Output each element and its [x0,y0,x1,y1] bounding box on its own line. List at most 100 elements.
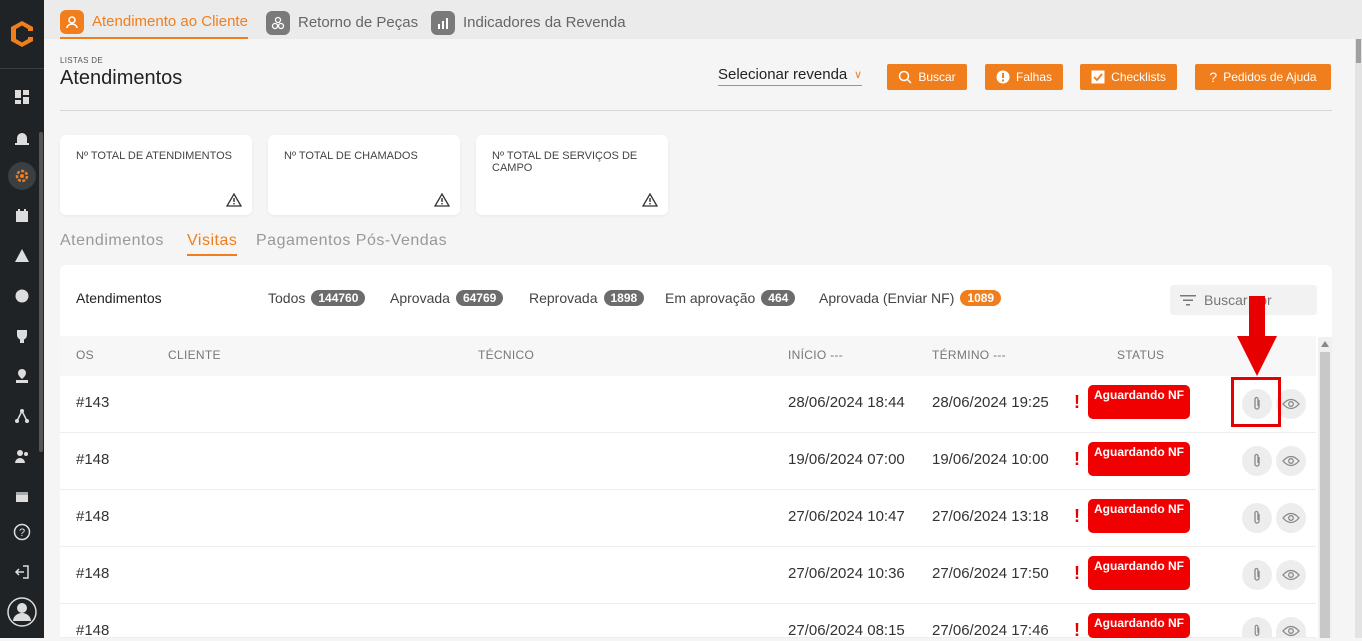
parts-icon [266,10,290,35]
col-status[interactable]: STATUS [1117,348,1164,362]
cell-inicio: 19/06/2024 07:00 [788,451,905,468]
users-icon[interactable] [8,442,36,470]
col-termino[interactable]: TÉRMINO --- [932,348,1006,362]
cell-os: #143 [76,394,110,411]
customer-service-icon [60,9,84,34]
alert-mark: ! [1074,506,1080,526]
count-badge: 464 [761,290,796,306]
logo-icon [11,21,33,47]
col-cliente[interactable]: CLIENTE [168,348,221,362]
page-scrollbar-thumb[interactable] [1356,39,1361,63]
scroll-up-icon[interactable] [1321,341,1329,347]
filter-aprovada-enviar-nf[interactable]: Aprovada (Enviar NF) 1089 [819,290,1002,306]
count-badge: 144760 [311,290,366,306]
warning-icon[interactable] [8,242,36,270]
cell-inicio: 27/06/2024 08:15 [788,622,905,639]
warning-triangle-icon [226,193,242,207]
agenda-icon[interactable] [8,482,36,510]
filter-icon [1180,295,1196,306]
cell-os: #148 [76,451,110,468]
checklists-button[interactable]: Checklists [1080,64,1177,90]
paperclip-icon [1254,453,1260,467]
filter-reprovada[interactable]: Reprovada 1898 [529,290,645,306]
status-badge: Aguardando NF [1088,385,1190,419]
view-button[interactable] [1276,446,1306,476]
calendar-icon[interactable] [8,202,36,230]
sidebar-divider [0,68,44,69]
alert-circle-icon [996,70,1010,84]
page-title: Atendimentos [60,67,183,89]
view-button[interactable] [1276,560,1306,590]
checklists-label: Checklists [1111,70,1166,84]
network-icon[interactable] [8,402,36,430]
pedidos-ajuda-button[interactable]: ? Pedidos de Ajuda [1195,64,1331,90]
eye-icon [1282,512,1300,524]
buscar-button[interactable]: Buscar [887,64,967,90]
globe-icon[interactable] [8,282,36,310]
page-scrollbar[interactable] [1355,39,1362,638]
question-icon: ? [1209,69,1218,85]
alarm-icon[interactable] [8,123,36,151]
tab-atendimentos[interactable]: Atendimentos [60,232,164,250]
cell-termino: 19/06/2024 10:00 [932,451,1049,468]
svg-text:?: ? [19,527,25,539]
warning-triangle-icon [642,193,658,207]
attachment-button[interactable] [1242,503,1272,533]
warning-triangle-icon [434,193,450,207]
tab-label: Atendimento ao Cliente [92,13,248,30]
count-badge: 64769 [455,290,504,306]
filter-em-aprovacao[interactable]: Em aprovação 464 [665,290,796,306]
sidebar-scrollbar[interactable] [39,132,43,452]
cell-inicio: 28/06/2024 18:44 [788,394,905,411]
col-os[interactable]: OS [76,348,94,362]
location-icon[interactable] [8,362,36,390]
sidebar: ? [0,0,44,638]
trophy-icon[interactable] [8,322,36,350]
col-inicio[interactable]: INÍCIO --- [788,348,843,362]
filter-aprovada[interactable]: Aprovada 64769 [390,290,504,306]
status-badge: Aguardando NF [1088,613,1190,638]
revenda-select[interactable]: Selecionar revenda ∨ [718,64,862,86]
tab-label: Indicadores da Revenda [463,14,626,31]
page-subtitle: LISTAS DE [60,56,104,65]
tab-pagamentos-pos-vendas[interactable]: Pagamentos Pós-Vendas [256,232,447,250]
tab-visitas[interactable]: Visitas [187,232,238,256]
tab-retorno-pecas[interactable]: Retorno de Peças [266,6,418,39]
filter-todos[interactable]: Todos 144760 [268,290,366,306]
tab-label: Retorno de Peças [298,14,419,31]
cell-os: #148 [76,622,110,639]
filter-label: Aprovada [390,290,450,306]
filter-label: Aprovada (Enviar NF) [819,290,955,306]
attachment-button[interactable] [1242,446,1272,476]
highlight-box [1231,377,1281,427]
card-label: Nº TOTAL DE CHAMADOS [284,150,418,162]
card-label: Nº TOTAL DE ATENDIMENTOS [76,150,233,162]
col-tecnico[interactable]: TÉCNICO [478,348,534,362]
count-badge: 1898 [603,290,645,306]
header-divider [60,110,1332,111]
view-button[interactable] [1276,503,1306,533]
cell-termino: 27/06/2024 17:46 [932,622,1049,639]
dashboard-icon[interactable] [8,83,36,111]
filter-label: Em aprovação [665,290,756,306]
logout-icon[interactable] [8,558,36,586]
eye-icon [1282,455,1300,467]
attachment-button[interactable] [1242,560,1272,590]
paperclip-icon [1254,567,1260,581]
filter-label: Todos [268,290,306,306]
alert-mark: ! [1074,449,1080,469]
help-icon[interactable]: ? [8,518,36,546]
tab-indicadores-revenda[interactable]: Indicadores da Revenda [431,6,626,39]
table-scrollbar-thumb[interactable] [1320,352,1330,638]
user-avatar-icon[interactable] [6,596,38,628]
card-label: Nº TOTAL DE SERVIÇOS DE CAMPO [492,150,638,174]
paperclip-icon [1254,510,1260,524]
service-gear-icon[interactable] [8,162,36,190]
search-icon [899,70,912,84]
tab-atendimento-cliente[interactable]: Atendimento ao Cliente [60,6,248,39]
count-badge: 1089 [960,290,1002,306]
filter-label: Reprovada [529,290,598,306]
cell-termino: 27/06/2024 13:18 [932,508,1049,525]
revenda-select-value: Selecionar revenda [718,66,848,83]
falhas-button[interactable]: Falhas [985,64,1063,90]
